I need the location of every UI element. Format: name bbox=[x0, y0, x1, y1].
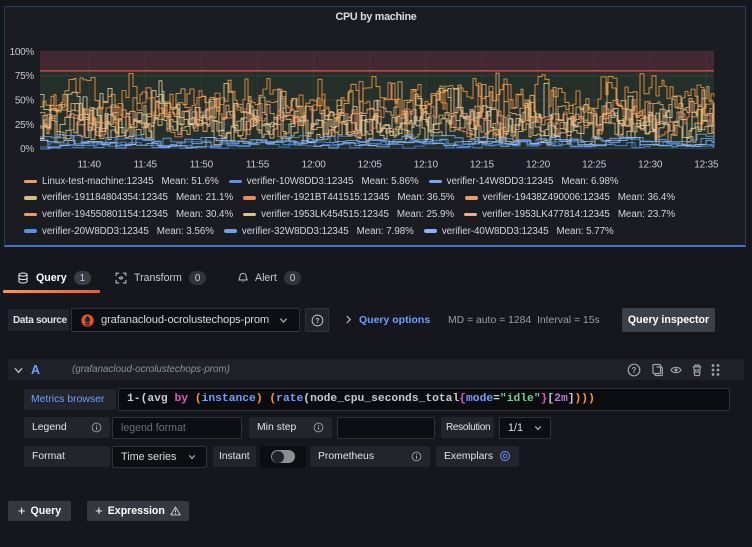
svg-text:11:50: 11:50 bbox=[190, 160, 214, 171]
svg-text:?: ? bbox=[632, 366, 637, 375]
svg-text:12:35: 12:35 bbox=[694, 160, 719, 171]
svg-text:11:45: 11:45 bbox=[134, 160, 158, 171]
svg-text:100%: 100% bbox=[10, 47, 35, 58]
svg-text:50%: 50% bbox=[15, 96, 35, 107]
svg-text:12:10: 12:10 bbox=[414, 160, 439, 171]
svg-text:12:20: 12:20 bbox=[526, 160, 551, 171]
svg-text:12:15: 12:15 bbox=[470, 160, 495, 171]
svg-text:0%: 0% bbox=[20, 144, 34, 155]
svg-text:11:40: 11:40 bbox=[78, 160, 102, 171]
svg-text:12:30: 12:30 bbox=[638, 160, 663, 171]
svg-text:11:55: 11:55 bbox=[246, 160, 270, 171]
svg-text:?: ? bbox=[315, 317, 319, 324]
svg-text:12:00: 12:00 bbox=[302, 160, 327, 171]
svg-text:25%: 25% bbox=[15, 120, 35, 131]
svg-text:75%: 75% bbox=[15, 71, 35, 82]
svg-text:12:05: 12:05 bbox=[358, 160, 383, 171]
svg-text:12:25: 12:25 bbox=[582, 160, 607, 171]
